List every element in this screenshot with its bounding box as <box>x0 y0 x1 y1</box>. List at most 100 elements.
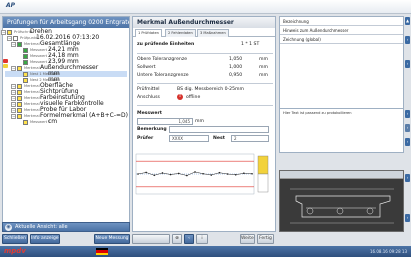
clear-button[interactable]: ⊗ <box>172 234 182 244</box>
info-row-hint[interactable]: Hinweis zum Außendurchmesser <box>280 26 403 35</box>
view-filter-bar[interactable]: ◉ Aktuelle Ansicht: alle <box>2 222 130 232</box>
lower-tolerance-unit: mm <box>259 73 268 78</box>
lower-tolerance-label: Untere Toleranzgrenze <box>137 73 189 78</box>
new-measure-button[interactable]: Neue Messung <box>94 234 130 244</box>
data-point <box>210 174 213 176</box>
tab-bar: 1 Prüfdaten 2 Fehlerdaten 3 Maßnahmen <box>133 28 275 37</box>
status-icon <box>17 89 22 95</box>
divider <box>137 105 273 106</box>
status-icon <box>13 35 18 41</box>
collapse-icon[interactable]: − <box>11 41 16 47</box>
fertig-button[interactable]: Fertig <box>257 234 274 244</box>
upper-tolerance-label: Obere Toleranzgrenze <box>137 57 188 62</box>
brand-logo: mpdv <box>4 247 26 255</box>
measure-input[interactable]: 1,045 <box>137 118 193 125</box>
tab-massnahmen[interactable]: 3 Maßnahmen <box>197 29 229 37</box>
footer-timestamp: 16.08.16 09:28 13 <box>370 249 407 254</box>
collapse-icon[interactable]: − <box>7 35 12 41</box>
error-marker <box>3 59 8 63</box>
status-icon <box>23 53 28 59</box>
status-icon <box>23 59 28 65</box>
expand-icon[interactable]: › <box>405 36 410 44</box>
close-button[interactable]: Schließen <box>2 234 28 244</box>
expand-icon[interactable]: › <box>405 124 410 132</box>
app-logo: AP <box>6 2 16 9</box>
units-label: zu prüfende Einheiten <box>137 42 195 47</box>
drawing-preview[interactable] <box>279 170 404 232</box>
status-icon <box>23 47 28 53</box>
tree-item[interactable]: Messwert 1 cm <box>5 119 127 125</box>
collapse-icon[interactable]: − <box>11 101 16 107</box>
technical-drawing <box>290 188 394 224</box>
collapse-icon[interactable]: − <box>1 29 6 35</box>
language-flag-icon[interactable] <box>96 248 108 255</box>
status-icon <box>17 41 22 47</box>
data-point <box>243 172 245 175</box>
expand-icon[interactable]: › <box>405 60 410 68</box>
collapse-icon[interactable]: − <box>11 83 16 89</box>
status-icon <box>23 71 28 77</box>
footer-bar: mpdv 16.08.16 09:28 13 <box>0 246 411 257</box>
status-icon <box>17 95 22 101</box>
prev-arrow-button[interactable]: ‹ <box>184 234 194 244</box>
status-icon <box>17 83 22 89</box>
data-point <box>177 172 180 175</box>
data-point <box>137 173 139 175</box>
offline-icon: ! <box>177 94 183 100</box>
status-bar-empty <box>257 173 269 193</box>
remark-input[interactable] <box>169 126 269 133</box>
nest-label: Nest <box>213 136 225 141</box>
upper-tolerance-value: 1,050 <box>229 57 243 62</box>
remark-label: Bemerkung <box>137 127 167 132</box>
tree-item-label: cm <box>48 118 58 125</box>
measure-unit: mm <box>195 119 204 124</box>
inspector-input[interactable]: XXXX <box>169 135 209 142</box>
divider <box>137 53 273 54</box>
nest-input[interactable]: 2 <box>231 135 269 142</box>
note-text: Hier Text ist passend zu protokollieren <box>283 111 352 115</box>
data-point <box>226 173 229 175</box>
expand-icon[interactable]: › <box>405 214 410 222</box>
scroll-up-icon[interactable]: ▲ <box>405 17 410 25</box>
filter-icon: ◉ <box>5 224 12 231</box>
info-button[interactable]: Info anzeigen <box>30 234 60 244</box>
collapse-icon[interactable]: − <box>11 89 16 95</box>
collapse-icon[interactable]: − <box>11 107 16 113</box>
tool-value: BS dig. Messbereich 0-25mm <box>177 87 244 92</box>
control-chart <box>135 153 269 195</box>
connection-label: Anschluss <box>137 95 160 100</box>
target-unit: mm <box>259 65 268 70</box>
data-point <box>186 174 188 177</box>
status-icon <box>23 77 28 83</box>
data-point <box>169 173 172 176</box>
info-icon-button[interactable]: i <box>196 234 208 244</box>
data-point <box>194 171 196 173</box>
warning-marker <box>3 64 8 68</box>
connection-value: offline <box>186 95 201 100</box>
collapse-icon[interactable]: − <box>11 95 16 101</box>
divider <box>137 83 273 84</box>
tab-pruefdaten[interactable]: 1 Prüfdaten <box>135 29 162 37</box>
upper-tolerance-unit: mm <box>259 57 268 62</box>
data-point <box>161 172 164 174</box>
tree-panel-title: Prüfungen für Arbeitsgang 0200 Entgraten <box>3 17 129 28</box>
target-label: Sollwert <box>137 65 156 70</box>
expand-icon[interactable]: › <box>405 174 410 182</box>
units-value: 1 * 1 ST <box>241 42 260 47</box>
note-panel[interactable]: Hier Text ist passend zu protokollieren <box>279 108 404 153</box>
info-row-drawing[interactable]: Zeichnung (global) <box>280 35 403 44</box>
measure-label: Messwert <box>137 111 162 116</box>
data-point <box>145 171 147 174</box>
collapse-icon[interactable]: − <box>11 65 16 71</box>
expand-icon[interactable]: › <box>405 110 410 118</box>
expand-icon[interactable]: › <box>405 138 410 146</box>
weiter-button[interactable]: Weiter <box>240 234 255 244</box>
info-row-designation: Bezeichnung <box>280 17 403 26</box>
collapse-icon[interactable]: − <box>11 113 16 119</box>
top-bar: AP <box>0 0 411 14</box>
status-icon <box>7 29 12 35</box>
inspector-label: Prüfer <box>137 136 154 141</box>
prev-nav-button[interactable] <box>132 234 170 244</box>
status-icon <box>23 119 28 125</box>
tab-fehlerdaten[interactable]: 2 Fehlerdaten <box>165 29 196 37</box>
